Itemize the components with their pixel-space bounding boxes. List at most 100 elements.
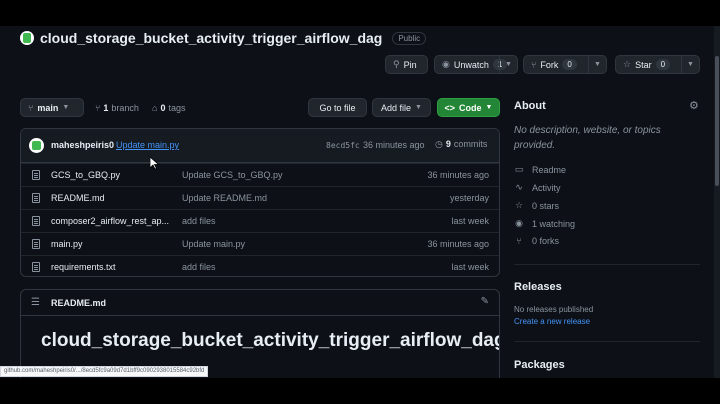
fork-icon: ⑂ bbox=[516, 236, 522, 246]
code-label: Code bbox=[459, 102, 482, 113]
repo-header: cloud_storage_bucket_activity_trigger_ai… bbox=[20, 29, 427, 47]
mouse-cursor-icon bbox=[150, 157, 159, 170]
file-time: last week bbox=[451, 262, 489, 272]
branches-link[interactable]: ⑂ 1 branch bbox=[95, 103, 139, 113]
file-name[interactable]: main.py bbox=[51, 239, 83, 249]
activity-label: Activity bbox=[532, 182, 561, 193]
fork-count: 0 bbox=[562, 59, 577, 70]
pin-label: Pin bbox=[403, 59, 417, 70]
branches-count: 1 bbox=[103, 103, 109, 113]
file-icon bbox=[32, 239, 40, 249]
branch-select[interactable]: ⑂ main ▼ bbox=[20, 98, 84, 117]
file-row[interactable]: main.py Update main.py 36 minutes ago bbox=[21, 232, 499, 255]
file-name[interactable]: requirements.txt bbox=[51, 262, 116, 272]
unwatch-label: Unwatch bbox=[453, 59, 489, 70]
file-icon bbox=[32, 170, 40, 180]
file-time: 36 minutes ago bbox=[427, 239, 489, 249]
file-icon bbox=[32, 193, 40, 203]
forks-label: 0 forks bbox=[532, 236, 560, 246]
chevron-down-icon: ▼ bbox=[485, 104, 493, 111]
file-name[interactable]: composer2_airflow_rest_ap... bbox=[51, 216, 169, 226]
file-table: maheshpeiris0 Update main.py 8ecd5fc 36 … bbox=[20, 128, 500, 277]
add-file-button[interactable]: Add file ▼ bbox=[372, 98, 431, 117]
chevron-down-icon[interactable]: ▼ bbox=[505, 61, 512, 68]
chevron-down-icon[interactable]: ▼ bbox=[687, 61, 694, 68]
file-name[interactable]: GCS_to_GBQ.py bbox=[51, 170, 120, 180]
pencil-icon[interactable]: ✎ bbox=[481, 296, 489, 307]
commit-sha[interactable]: 8ecd5fc bbox=[326, 141, 360, 150]
status-bar-url: github.com/maheshpeiris0/.../8ecd5fc9a09… bbox=[0, 366, 209, 377]
fork-label: Fork bbox=[540, 59, 559, 70]
gear-icon[interactable]: ⚙ bbox=[689, 99, 699, 112]
go-to-file-button[interactable]: Go to file bbox=[308, 98, 367, 117]
commits-count: 9 bbox=[445, 139, 451, 149]
commit-author[interactable]: maheshpeiris0 bbox=[51, 140, 114, 150]
file-commit-message[interactable]: Update GCS_to_GBQ.py bbox=[182, 170, 283, 180]
file-time: 36 minutes ago bbox=[427, 170, 489, 180]
commit-time: 36 minutes ago bbox=[363, 140, 425, 150]
sidebar-item-watching[interactable]: ◉ 1 watching bbox=[514, 218, 575, 229]
unwatch-button[interactable]: ◉ Unwatch 1 ▼ bbox=[434, 55, 518, 74]
packages-title[interactable]: Packages bbox=[514, 359, 565, 371]
star-label: Star bbox=[635, 59, 652, 70]
scrollbar-track[interactable] bbox=[714, 26, 720, 378]
readme-label: Readme bbox=[532, 164, 567, 175]
sidebar-item-stars[interactable]: ☆ 0 stars bbox=[514, 200, 559, 211]
star-icon: ☆ bbox=[514, 200, 524, 210]
file-time: last week bbox=[451, 216, 489, 226]
readme-panel: ☰ README.md ✎ cloud_storage_bucket_activ… bbox=[20, 289, 500, 378]
star-count: 0 bbox=[655, 59, 671, 70]
readme-header-label[interactable]: README.md bbox=[51, 298, 106, 308]
chevron-down-icon: ▼ bbox=[62, 104, 70, 111]
create-release-link[interactable]: Create a new release bbox=[514, 317, 590, 326]
file-time: yesterday bbox=[449, 193, 489, 203]
visibility-badge: Public bbox=[392, 31, 427, 45]
eye-icon: ◉ bbox=[515, 218, 523, 228]
file-name[interactable]: README.md bbox=[51, 193, 105, 203]
go-to-file-label: Go to file bbox=[319, 102, 356, 113]
sidebar-item-forks[interactable]: ⑂ 0 forks bbox=[514, 236, 559, 246]
star-button[interactable]: ☆ Star 0 ▼ bbox=[615, 55, 700, 74]
commits-label: commits bbox=[453, 139, 488, 149]
releases-title[interactable]: Releases bbox=[514, 281, 562, 293]
file-commit-message[interactable]: Update main.py bbox=[182, 239, 245, 249]
commits-link[interactable]: ◷ 9 commits bbox=[435, 139, 487, 150]
code-icon: <> bbox=[444, 102, 456, 113]
file-row[interactable]: requirements.txt add files last week bbox=[21, 255, 499, 276]
file-row[interactable]: composer2_airflow_rest_ap... add files l… bbox=[21, 209, 499, 232]
tag-icon: ⌂ bbox=[152, 103, 158, 113]
file-commit-message[interactable]: add files bbox=[182, 262, 216, 272]
repo-name-link[interactable]: cloud_storage_bucket_activity_trigger_ai… bbox=[40, 30, 382, 46]
author-avatar[interactable] bbox=[29, 138, 44, 153]
branches-icon: ⑂ bbox=[95, 103, 101, 113]
sidebar-divider bbox=[514, 264, 700, 265]
chevron-down-icon[interactable]: ▼ bbox=[594, 61, 601, 68]
list-icon[interactable]: ☰ bbox=[31, 297, 40, 308]
pin-button[interactable]: ⚲ Pin bbox=[385, 55, 428, 74]
tags-count: 0 bbox=[160, 103, 166, 113]
file-icon bbox=[32, 262, 40, 272]
history-icon: ◷ bbox=[435, 139, 443, 149]
branches-label: branch bbox=[111, 103, 139, 113]
repo-avatar[interactable] bbox=[20, 31, 34, 45]
tags-link[interactable]: ⌂ 0 tags bbox=[152, 103, 185, 113]
github-repo-page: cloud_storage_bucket_activity_trigger_ai… bbox=[0, 26, 720, 378]
file-commit-message[interactable]: Update README.md bbox=[182, 193, 267, 203]
file-row[interactable]: GCS_to_GBQ.py Update GCS_to_GBQ.py 36 mi… bbox=[21, 163, 499, 186]
commit-message-link[interactable]: Update main.py bbox=[116, 140, 179, 150]
about-description: No description, website, or topics provi… bbox=[514, 125, 661, 151]
sidebar-item-activity[interactable]: ∿ Activity bbox=[514, 182, 561, 193]
scrollbar-thumb[interactable] bbox=[715, 56, 719, 186]
file-row[interactable]: README.md Update README.md yesterday bbox=[21, 186, 499, 209]
code-button[interactable]: <> Code ▼ bbox=[437, 98, 500, 117]
no-releases-text: No releases published bbox=[514, 305, 594, 314]
file-commit-message[interactable]: add files bbox=[182, 216, 216, 226]
fork-button[interactable]: ⑂ Fork 0 ▼ bbox=[523, 55, 607, 74]
star-icon: ☆ bbox=[623, 59, 632, 69]
video-frame: cloud_storage_bucket_activity_trigger_ai… bbox=[0, 0, 720, 404]
watching-label: 1 watching bbox=[532, 218, 576, 229]
fork-icon: ⑂ bbox=[531, 59, 537, 70]
readme-heading: cloud_storage_bucket_activity_trigger_ai… bbox=[41, 330, 500, 351]
sidebar-item-readme[interactable]: ▭ Readme bbox=[514, 164, 566, 175]
add-file-label: Add file bbox=[381, 102, 412, 113]
